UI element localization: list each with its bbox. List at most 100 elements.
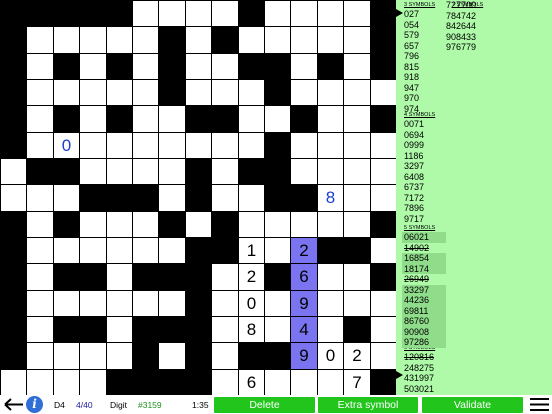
puzzle-grid[interactable]: 081226098401490267: [0, 0, 396, 395]
grid-cell[interactable]: [133, 133, 158, 158]
grid-cell[interactable]: [27, 27, 53, 53]
word-item[interactable]: 90908: [404, 327, 429, 338]
grid-cell[interactable]: [54, 343, 79, 369]
grid-cell[interactable]: [371, 133, 396, 158]
word-item[interactable]: 970: [404, 93, 419, 104]
word-item[interactable]: 7172: [404, 193, 424, 204]
grid-cell[interactable]: [239, 212, 264, 237]
grid-cell[interactable]: [159, 106, 185, 132]
grid-cell[interactable]: 9: [291, 291, 317, 316]
validate-button[interactable]: Validate: [422, 397, 523, 413]
grid-cell[interactable]: [159, 1, 185, 26]
menu-icon[interactable]: [529, 397, 550, 412]
grid-cell[interactable]: [159, 291, 185, 316]
grid-cell[interactable]: [159, 185, 185, 211]
grid-cell[interactable]: [27, 185, 53, 211]
grid-cell[interactable]: 6: [239, 370, 264, 395]
grid-cell[interactable]: [291, 54, 317, 79]
grid-cell[interactable]: [1, 185, 26, 211]
grid-cell[interactable]: [212, 185, 238, 211]
grid-cell[interactable]: [80, 27, 106, 53]
word-item[interactable]: 26949: [404, 274, 429, 285]
word-item[interactable]: 784742: [446, 11, 476, 22]
grid-cell[interactable]: [107, 238, 132, 263]
grid-cell[interactable]: [133, 212, 158, 237]
grid-cell[interactable]: [318, 291, 343, 316]
word-item[interactable]: 842644: [446, 21, 476, 32]
word-item[interactable]: 86760: [404, 316, 429, 327]
grid-cell[interactable]: [344, 212, 370, 237]
grid-cell[interactable]: [186, 80, 211, 105]
word-item[interactable]: 727700: [446, 0, 476, 11]
grid-cell[interactable]: [80, 343, 106, 369]
grid-cell[interactable]: [54, 185, 79, 211]
grid-cell[interactable]: 0: [239, 291, 264, 316]
grid-cell[interactable]: [291, 159, 317, 184]
grid-cell[interactable]: [344, 133, 370, 158]
grid-cell[interactable]: [291, 1, 317, 26]
grid-cell[interactable]: [133, 238, 158, 263]
grid-cell[interactable]: 2: [239, 264, 264, 290]
word-item[interactable]: 16854: [404, 253, 429, 264]
grid-cell[interactable]: [80, 133, 106, 158]
grid-cell[interactable]: [27, 238, 53, 263]
grid-cell[interactable]: [291, 80, 317, 105]
grid-cell[interactable]: [186, 1, 211, 26]
grid-cell[interactable]: [159, 159, 185, 184]
grid-cell[interactable]: [27, 264, 53, 290]
grid-cell[interactable]: [344, 80, 370, 105]
word-item[interactable]: 947: [404, 83, 419, 94]
grid-cell[interactable]: [27, 370, 53, 395]
grid-cell[interactable]: 2: [291, 238, 317, 263]
grid-cell[interactable]: [212, 159, 238, 184]
grid-cell[interactable]: [212, 343, 238, 369]
grid-cell[interactable]: [107, 133, 132, 158]
grid-cell[interactable]: [371, 291, 396, 316]
back-arrow-icon[interactable]: [2, 396, 24, 413]
grid-cell[interactable]: [371, 317, 396, 342]
word-item[interactable]: 6408: [404, 172, 424, 183]
grid-cell[interactable]: [344, 291, 370, 316]
grid-cell[interactable]: [212, 80, 238, 105]
grid-cell[interactable]: [371, 343, 396, 369]
grid-cell[interactable]: 8: [239, 317, 264, 342]
grid-cell[interactable]: [27, 343, 53, 369]
grid-cell[interactable]: [265, 370, 290, 395]
word-item[interactable]: 815: [404, 62, 419, 73]
grid-cell[interactable]: 2: [344, 343, 370, 369]
grid-cell[interactable]: [239, 106, 264, 132]
grid-cell[interactable]: [344, 159, 370, 184]
word-item[interactable]: 974: [404, 104, 419, 115]
grid-cell[interactable]: [318, 80, 343, 105]
grid-cell[interactable]: [239, 133, 264, 158]
grid-cell[interactable]: [27, 317, 53, 342]
word-item[interactable]: 027: [404, 9, 419, 20]
grid-cell[interactable]: [371, 159, 396, 184]
grid-cell[interactable]: [133, 1, 158, 26]
word-item[interactable]: 908433: [446, 32, 476, 43]
grid-cell[interactable]: [291, 27, 317, 53]
grid-cell[interactable]: [133, 159, 158, 184]
word-item[interactable]: 18174: [404, 264, 429, 275]
grid-cell[interactable]: [344, 264, 370, 290]
extra-symbol-button[interactable]: Extra symbol: [318, 397, 418, 413]
grid-cell[interactable]: [239, 27, 264, 53]
grid-cell[interactable]: [107, 264, 132, 290]
word-item[interactable]: 14902: [404, 243, 429, 254]
info-icon[interactable]: i: [26, 396, 43, 413]
grid-cell[interactable]: [265, 212, 290, 237]
grid-cell[interactable]: [318, 317, 343, 342]
grid-cell[interactable]: [133, 106, 158, 132]
word-item[interactable]: 1186: [404, 151, 423, 162]
grid-cell[interactable]: [212, 1, 238, 26]
grid-cell[interactable]: [186, 133, 211, 158]
grid-cell[interactable]: [318, 159, 343, 184]
word-item[interactable]: 796: [404, 51, 419, 62]
grid-cell[interactable]: [1, 159, 26, 184]
word-item[interactable]: 0071: [404, 119, 424, 130]
grid-cell[interactable]: [344, 1, 370, 26]
grid-cell[interactable]: [291, 370, 317, 395]
word-item[interactable]: 33297: [404, 285, 429, 296]
grid-cell[interactable]: [318, 212, 343, 237]
grid-cell[interactable]: [159, 133, 185, 158]
